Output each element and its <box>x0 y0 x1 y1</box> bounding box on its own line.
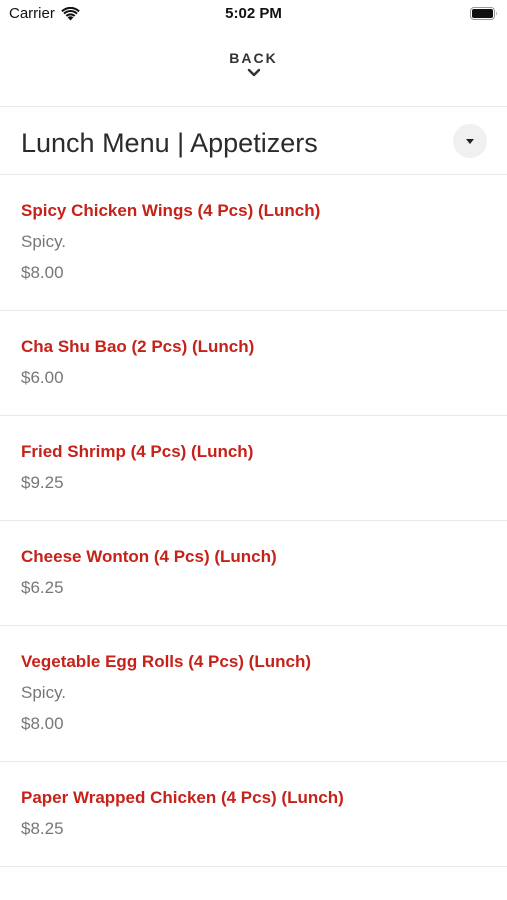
item-name: Spicy Chicken Wings (4 Pcs) (Lunch) <box>21 201 321 220</box>
item-price: $6.00 <box>21 368 64 387</box>
menu-item[interactable]: Cheese Wonton (4 Pcs) (Lunch) $6.25 <box>0 521 507 626</box>
chevron-down-icon <box>247 68 260 77</box>
item-description: Spicy. <box>21 232 67 251</box>
item-name: Fried Shrimp (4 Pcs) (Lunch) <box>21 442 254 461</box>
menu-item[interactable]: Vegetable Egg Rolls (4 Pcs) (Lunch) Spic… <box>0 626 507 762</box>
category-dropdown-button[interactable] <box>453 124 487 158</box>
item-name: Vegetable Egg Rolls (4 Pcs) (Lunch) <box>21 652 311 671</box>
menu-item[interactable]: Spicy Chicken Wings (4 Pcs) (Lunch) Spic… <box>0 175 507 311</box>
back-label: BACK <box>229 50 278 66</box>
page-title: Lunch Menu | Appetizers <box>21 128 318 158</box>
item-price: $9.25 <box>21 473 64 492</box>
item-price: $6.25 <box>21 578 64 597</box>
nav-divider <box>0 106 507 107</box>
item-name: Cheese Wonton (4 Pcs) (Lunch) <box>21 547 277 566</box>
battery-icon <box>470 7 497 20</box>
back-button[interactable]: BACK <box>0 46 507 92</box>
caret-down-icon <box>466 138 474 144</box>
status-time: 5:02 PM <box>225 5 282 22</box>
menu-item[interactable]: Cha Shu Bao (2 Pcs) (Lunch) $6.00 <box>0 311 507 416</box>
item-description: Spicy. <box>21 683 67 702</box>
item-price: $8.00 <box>21 714 64 733</box>
menu-item[interactable]: Paper Wrapped Chicken (4 Pcs) (Lunch) $8… <box>0 762 507 867</box>
item-price: $8.00 <box>21 263 64 282</box>
menu-header: Lunch Menu | Appetizers <box>0 108 507 174</box>
item-name: Paper Wrapped Chicken (4 Pcs) (Lunch) <box>21 788 344 807</box>
item-price: $8.25 <box>21 819 64 838</box>
item-name: Cha Shu Bao (2 Pcs) (Lunch) <box>21 337 255 356</box>
menu-list: Spicy Chicken Wings (4 Pcs) (Lunch) Spic… <box>0 175 507 867</box>
status-bar: Carrier 5:02 PM <box>0 0 507 30</box>
menu-item[interactable]: Fried Shrimp (4 Pcs) (Lunch) $9.25 <box>0 416 507 521</box>
